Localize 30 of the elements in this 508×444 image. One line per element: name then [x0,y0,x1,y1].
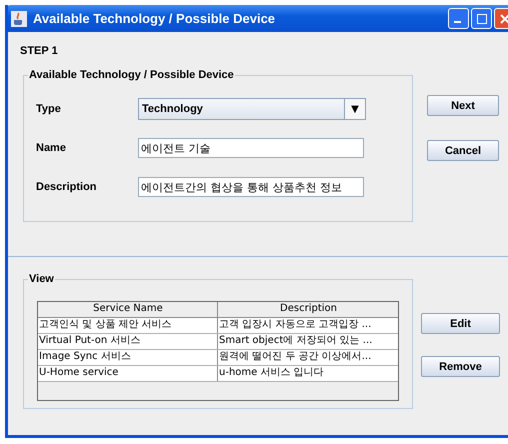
close-icon [500,14,508,24]
next-button[interactable]: Next [427,95,499,116]
edit-button[interactable]: Edit [421,313,500,334]
table-cell: Virtual Put-on 서비스 [38,334,218,349]
step-label: STEP 1 [20,45,59,57]
table-cell-text: 원격에 떨어진 두 공간 이상에서... [218,350,372,364]
table-cell-text: u-home 서비스 입니다 [218,366,325,380]
minimize-button[interactable] [448,8,469,29]
minimize-icon [454,21,460,23]
name-field[interactable]: 에이전트 기술 [138,138,364,158]
table-cell: 고객인식 및 상품 제안 서비스 [38,318,218,333]
type-dropdown[interactable]: Technology ▼ [138,98,366,120]
group-title: Available Technology / Possible Device [28,69,235,81]
maximize-button[interactable] [471,8,492,29]
description-field[interactable]: 에이전트간의 협상을 통해 상품추천 정보 [138,177,364,197]
cancel-button[interactable]: Cancel [427,140,499,161]
table-cell: U-Home service [38,366,218,381]
table-cell-text: 고객 입장시 자동으로 고객입장 ... [218,318,372,332]
table-cell-text: Smart object에 저장되어 있는 ... [218,334,374,348]
coffee-cup-icon [11,10,27,26]
field-label: Type [36,103,62,115]
table-cell: Image Sync 서비스 [38,350,218,365]
field-label: Description [36,181,98,193]
maximize-icon [476,14,486,24]
remove-button[interactable]: Remove [421,356,500,377]
column-header[interactable]: Description [218,302,398,317]
field-label: Name [36,142,67,154]
group-title: View [28,273,55,285]
column-header[interactable]: Service Name [38,302,218,317]
window-title: Available Technology / Possible Device [33,11,276,26]
